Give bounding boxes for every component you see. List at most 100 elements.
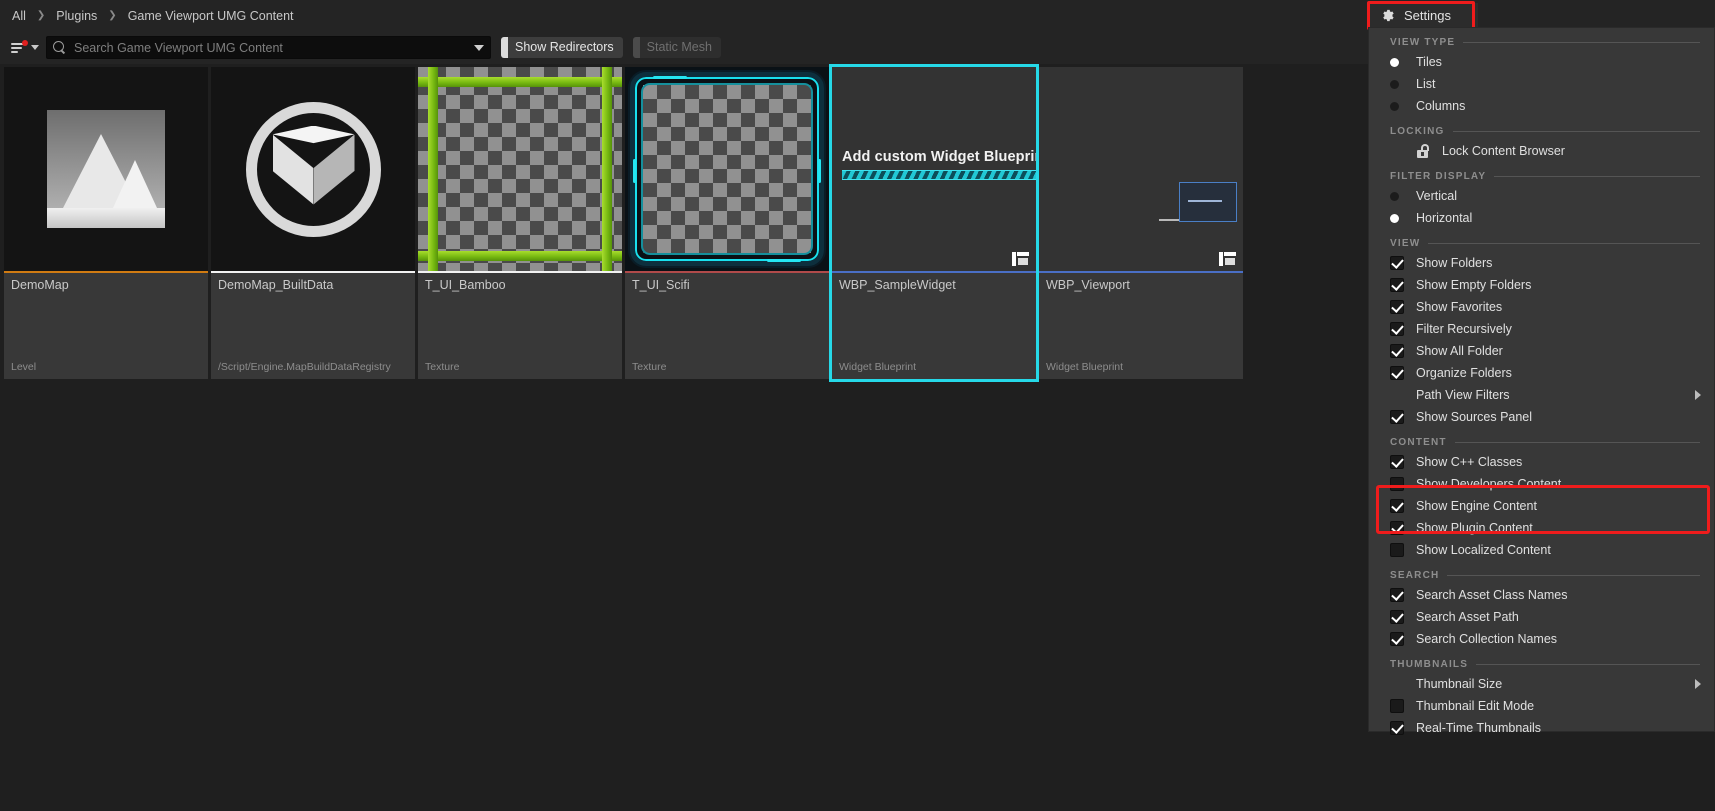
search-history-chevron-down-icon[interactable]: [474, 44, 484, 51]
menu-item-lock-content-browser[interactable]: Lock Content Browser: [1369, 140, 1714, 162]
menu-item-show-folders[interactable]: Show Folders: [1369, 252, 1714, 274]
option-label: Organize Folders: [1416, 366, 1512, 380]
widget-banner-stripe: [842, 170, 1036, 180]
search-box[interactable]: [46, 36, 491, 59]
filter-dropdown-button[interactable]: [8, 36, 42, 60]
menu-item-organize-folders[interactable]: Organize Folders: [1369, 362, 1714, 384]
menu-item-show-all-folder[interactable]: Show All Folder: [1369, 340, 1714, 362]
option-label: Show All Folder: [1416, 344, 1503, 358]
asset-tile-demomap[interactable]: DemoMap Level: [4, 67, 208, 379]
section-header-filter-display: FILTER DISPLAY: [1369, 162, 1714, 185]
asset-meta: DemoMap_BuiltData /Script/Engine.MapBuil…: [211, 273, 415, 379]
section-header-locking: LOCKING: [1369, 117, 1714, 140]
sample-widget-preview: Add custom Widget Blueprints: [832, 67, 1036, 271]
breadcrumb-separator-icon: ❯: [36, 10, 46, 21]
option-label: Show Engine Content: [1416, 499, 1537, 513]
checkbox-icon[interactable]: [1390, 278, 1404, 292]
filter-display-option-vertical[interactable]: Vertical: [1369, 185, 1714, 207]
filter-pill-color-tag: [501, 37, 508, 58]
asset-tile-demomap-builtdata[interactable]: DemoMap_BuiltData /Script/Engine.MapBuil…: [211, 67, 415, 379]
checkbox-icon[interactable]: [1390, 699, 1404, 713]
checkbox-icon[interactable]: [1390, 256, 1404, 270]
view-type-option-list[interactable]: List: [1369, 73, 1714, 95]
breadcrumb-separator-icon: ❯: [108, 10, 117, 21]
asset-tile-t-ui-bamboo[interactable]: T_UI_Bamboo Texture: [418, 67, 622, 379]
menu-item-show-cpp-classes[interactable]: Show C++ Classes: [1369, 451, 1714, 473]
checkbox-icon[interactable]: [1390, 588, 1404, 602]
asset-tile-wbp-viewport[interactable]: WBP_Viewport Widget Blueprint: [1039, 67, 1243, 379]
checkbox-icon[interactable]: [1390, 477, 1404, 491]
option-label: Real-Time Thumbnails: [1416, 721, 1542, 735]
checkbox-icon[interactable]: [1390, 521, 1404, 535]
menu-item-search-asset-path[interactable]: Search Asset Path: [1369, 606, 1714, 628]
menu-item-search-collection-names[interactable]: Search Collection Names: [1369, 628, 1714, 650]
checkbox-icon[interactable]: [1390, 632, 1404, 646]
option-label: Show C++ Classes: [1416, 455, 1523, 469]
option-label: Filter Recursively: [1416, 322, 1512, 336]
asset-thumbnail: [1039, 67, 1243, 271]
option-label: Vertical: [1416, 189, 1457, 203]
menu-item-show-localized-content[interactable]: Show Localized Content: [1369, 539, 1714, 561]
menu-item-thumbnail-edit-mode[interactable]: Thumbnail Edit Mode: [1369, 695, 1714, 717]
breadcrumb-item-all[interactable]: All: [7, 7, 31, 25]
menu-item-real-time-thumbnails[interactable]: Real-Time Thumbnails: [1369, 717, 1714, 739]
filter-icon: [11, 39, 28, 54]
option-label: Search Asset Class Names: [1416, 588, 1568, 602]
widget-banner-text: Add custom Widget Blueprints: [842, 149, 1036, 165]
menu-item-show-sources-panel[interactable]: Show Sources Panel: [1369, 406, 1714, 428]
asset-tile-t-ui-scifi[interactable]: T_UI_Scifi Texture: [625, 67, 829, 379]
option-label: Show Favorites: [1416, 300, 1503, 314]
option-label: Horizontal: [1416, 211, 1473, 225]
asset-tile-wbp-samplewidget[interactable]: Add custom Widget Blueprints WBP_SampleW…: [829, 64, 1039, 382]
bamboo-texture: [418, 67, 622, 271]
menu-item-show-empty-folders[interactable]: Show Empty Folders: [1369, 274, 1714, 296]
asset-name: T_UI_Scifi: [632, 278, 690, 292]
checkbox-icon[interactable]: [1390, 366, 1404, 380]
search-input[interactable]: [74, 40, 474, 55]
widget-blueprint-badge-icon: [1219, 252, 1236, 266]
menu-item-thumbnail-size[interactable]: Thumbnail Size: [1369, 673, 1714, 695]
filter-pill-show-redirectors[interactable]: Show Redirectors: [501, 37, 623, 58]
chevron-down-icon: [31, 45, 39, 50]
menu-item-filter-recursively[interactable]: Filter Recursively: [1369, 318, 1714, 340]
view-type-option-tiles[interactable]: Tiles: [1369, 51, 1714, 73]
checkbox-icon[interactable]: [1390, 610, 1404, 624]
menu-item-show-developers-content[interactable]: Show Developers Content: [1369, 473, 1714, 495]
viewport-mini-panel: [1179, 182, 1237, 222]
settings-menu-header[interactable]: Settings: [1368, 3, 1478, 27]
asset-meta: WBP_SampleWidget Widget Blueprint: [832, 273, 1036, 379]
filter-pill-color-tag: [632, 37, 640, 58]
checkbox-icon[interactable]: [1390, 455, 1404, 469]
checkbox-icon[interactable]: [1390, 721, 1404, 735]
view-type-option-columns[interactable]: Columns: [1369, 95, 1714, 117]
breadcrumb-item-plugins[interactable]: Plugins: [51, 7, 102, 25]
gear-icon: [1380, 8, 1395, 23]
asset-name: WBP_Viewport: [1046, 278, 1130, 292]
asset-class: /Script/Engine.MapBuildDataRegistry: [218, 361, 391, 373]
filter-pill-static-mesh[interactable]: Static Mesh: [632, 37, 721, 58]
asset-thumbnail: Add custom Widget Blueprints: [832, 67, 1036, 271]
checkbox-icon[interactable]: [1390, 300, 1404, 314]
section-header-content: CONTENT: [1369, 428, 1714, 451]
radio-icon: [1390, 79, 1399, 89]
option-label: Show Sources Panel: [1416, 410, 1533, 424]
asset-meta: T_UI_Bamboo Texture: [418, 273, 622, 379]
menu-item-show-engine-content[interactable]: Show Engine Content: [1369, 495, 1714, 517]
checkbox-icon[interactable]: [1390, 543, 1404, 557]
section-header-thumbnails: THUMBNAILS: [1369, 650, 1714, 673]
asset-name: DemoMap: [11, 278, 69, 292]
menu-item-search-asset-class-names[interactable]: Search Asset Class Names: [1369, 584, 1714, 606]
menu-item-show-favorites[interactable]: Show Favorites: [1369, 296, 1714, 318]
option-label: Search Collection Names: [1416, 632, 1558, 646]
filter-display-option-horizontal[interactable]: Horizontal: [1369, 207, 1714, 229]
checkbox-icon[interactable]: [1390, 322, 1404, 336]
option-label: Show Developers Content: [1416, 477, 1562, 491]
menu-item-show-plugin-content[interactable]: Show Plugin Content: [1369, 517, 1714, 539]
checkbox-icon[interactable]: [1390, 344, 1404, 358]
breadcrumb-item-current[interactable]: Game Viewport UMG Content: [123, 7, 299, 25]
asset-class: Level: [11, 361, 37, 373]
checkbox-icon[interactable]: [1390, 410, 1404, 424]
menu-item-path-view-filters[interactable]: Path View Filters: [1369, 384, 1714, 406]
scifi-texture: [625, 67, 829, 271]
checkbox-icon[interactable]: [1390, 499, 1404, 513]
